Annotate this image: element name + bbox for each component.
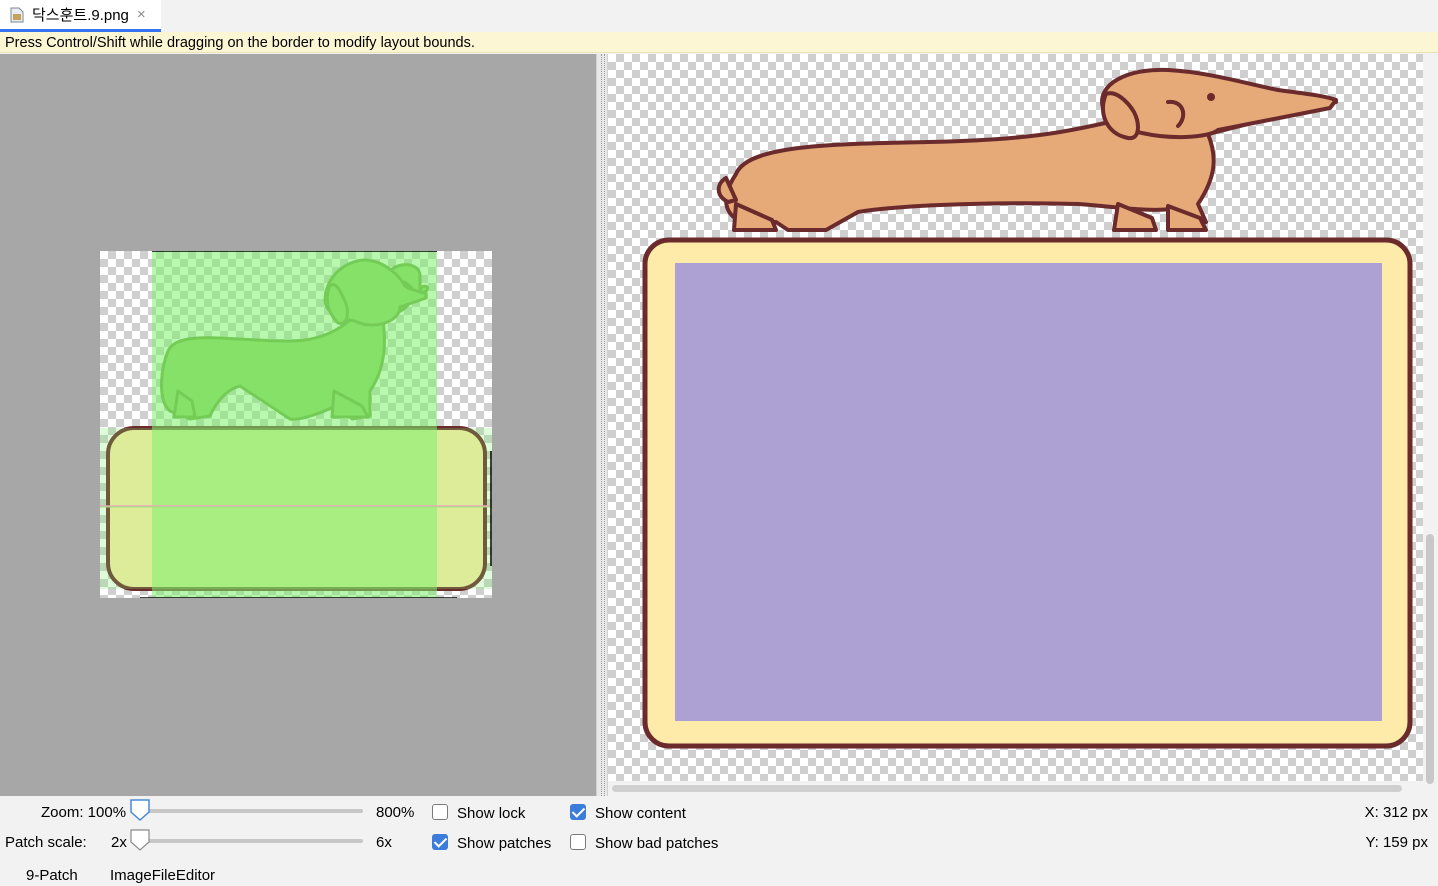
show-patches-checkbox[interactable]	[432, 834, 448, 850]
close-icon[interactable]: ×	[137, 6, 146, 23]
vertical-scroll-thumb[interactable]	[1426, 534, 1434, 784]
patch-scale-label: Patch scale:	[5, 834, 87, 851]
dog-illustration-preview	[716, 67, 1338, 232]
pane-splitter[interactable]	[596, 54, 608, 796]
patch-scale-slider[interactable]	[138, 839, 363, 843]
file-tab[interactable]: 닥스훈트.9.png ×	[0, 0, 161, 32]
patch-scale-max-label: 6x	[376, 834, 392, 851]
tab-9-patch[interactable]: 9-Patch	[26, 867, 78, 884]
preview-horizontal-scrollbar[interactable]	[608, 781, 1423, 796]
show-content-label[interactable]: Show content	[595, 805, 686, 822]
tab-image-file-editor[interactable]: ImageFileEditor	[110, 867, 215, 884]
patch-editor-canvas[interactable]	[0, 54, 596, 796]
file-image-icon	[10, 7, 24, 22]
content-area	[675, 263, 1382, 721]
nine-patch-source-image[interactable]	[100, 251, 492, 598]
zoom-max-label: 800%	[376, 804, 415, 821]
file-tab-label: 닥스훈트.9.png	[32, 7, 129, 24]
splitter-grip[interactable]	[601, 54, 605, 796]
zoom-label: Zoom: 100%	[41, 804, 127, 821]
show-bad-patches-checkbox[interactable]	[570, 834, 586, 850]
slider-knob-icon[interactable]	[129, 798, 151, 822]
editor-tab-bar: 닥스훈트.9.png ×	[0, 0, 1438, 32]
editor-controls: Zoom: 100% 800% Patch scale: 2x 6x Show …	[0, 796, 1438, 858]
x-coordinate: X: 312 px	[1364, 804, 1428, 821]
show-patches-label[interactable]: Show patches	[457, 835, 551, 852]
slider-knob-icon[interactable]	[129, 828, 151, 852]
show-content-checkbox[interactable]	[570, 804, 586, 820]
y-coordinate: Y: 159 px	[1365, 834, 1428, 851]
zoom-slider[interactable]	[138, 809, 363, 813]
show-lock-label[interactable]: Show lock	[457, 805, 525, 822]
show-bad-patches-label[interactable]: Show bad patches	[595, 835, 718, 852]
stretch-preview	[608, 54, 1423, 781]
horizontal-scroll-thumb[interactable]	[612, 785, 1402, 792]
patch-scale-min-label: 2x	[111, 834, 127, 851]
hint-banner: Press Control/Shift while dragging on th…	[0, 32, 1438, 53]
preview-vertical-scrollbar[interactable]	[1423, 54, 1438, 796]
show-lock-checkbox[interactable]	[432, 804, 448, 820]
bottom-editor-tabs: 9-Patch ImageFileEditor	[0, 862, 1438, 886]
